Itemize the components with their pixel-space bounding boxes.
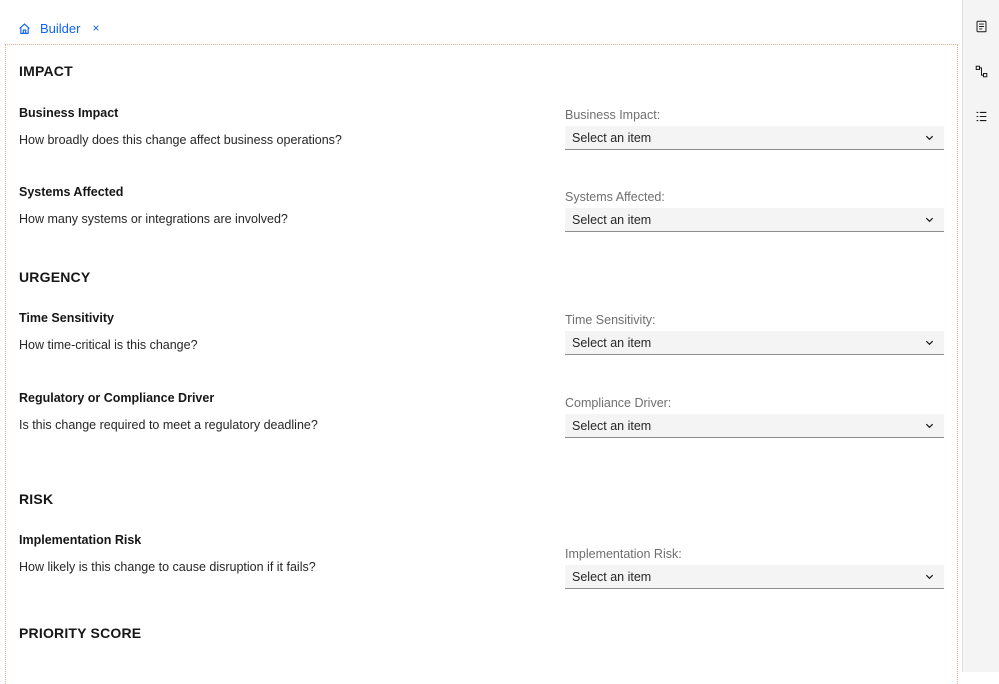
section-title-urgency: URGENCY xyxy=(19,269,91,285)
field-label-systems-affected: Systems Affected: xyxy=(565,190,665,204)
question-text-time-sensitivity: How time-critical is this change? xyxy=(19,338,198,352)
home-icon xyxy=(19,22,30,34)
section-title-impact: IMPACT xyxy=(19,63,73,79)
question-title-time-sensitivity: Time Sensitivity xyxy=(19,311,114,325)
question-title-business-impact: Business Impact xyxy=(19,106,119,120)
chevron-down-icon xyxy=(925,423,934,429)
chevron-down-icon xyxy=(925,340,934,346)
dropdown-value: Select an item xyxy=(572,569,652,584)
chevron-down-icon xyxy=(925,217,934,223)
question-title-systems-affected: Systems Affected xyxy=(19,185,124,199)
time-sensitivity-dropdown[interactable]: Select an item xyxy=(565,331,944,355)
question-text-systems-affected: How many systems or integrations are inv… xyxy=(19,212,288,226)
business-impact-dropdown[interactable]: Select an item xyxy=(565,126,944,150)
tab-bar: Builder × xyxy=(0,0,962,44)
list-icon xyxy=(976,111,987,121)
field-label-implementation-risk: Implementation Risk: xyxy=(565,547,682,561)
systems-affected-dropdown[interactable]: Select an item xyxy=(565,208,944,232)
rail-list-button[interactable] xyxy=(963,101,999,131)
tab-builder[interactable]: Builder × xyxy=(18,18,99,38)
field-label-business-impact: Business Impact: xyxy=(565,108,661,122)
field-label-compliance-driver: Compliance Driver: xyxy=(565,396,672,410)
question-text-compliance-driver: Is this change required to meet a regula… xyxy=(19,418,318,432)
field-label-time-sensitivity: Time Sensitivity: xyxy=(565,313,656,327)
builder-canvas: IMPACT Business Impact How broadly does … xyxy=(5,44,958,684)
question-title-compliance-driver: Regulatory or Compliance Driver xyxy=(19,391,215,405)
document-icon xyxy=(976,20,987,32)
compliance-driver-dropdown[interactable]: Select an item xyxy=(565,414,944,438)
dropdown-value: Select an item xyxy=(572,212,652,227)
tab-label: Builder xyxy=(40,20,81,36)
rail-flow-button[interactable] xyxy=(963,56,999,86)
dropdown-value: Select an item xyxy=(572,130,652,145)
right-rail xyxy=(962,0,999,672)
question-text-business-impact: How broadly does this change affect busi… xyxy=(19,133,342,147)
section-title-priority-score: PRIORITY SCORE xyxy=(19,625,142,641)
dropdown-value: Select an item xyxy=(572,418,652,433)
tab-close-icon[interactable]: × xyxy=(92,21,99,35)
question-title-implementation-risk: Implementation Risk xyxy=(19,533,142,547)
flow-icon xyxy=(975,65,988,77)
chevron-down-icon xyxy=(925,574,934,580)
implementation-risk-dropdown[interactable]: Select an item xyxy=(565,565,944,589)
chevron-down-icon xyxy=(925,135,934,141)
question-text-implementation-risk: How likely is this change to cause disru… xyxy=(19,560,316,574)
rail-document-button[interactable] xyxy=(963,11,999,41)
dropdown-value: Select an item xyxy=(572,335,652,350)
section-title-risk: RISK xyxy=(19,491,54,507)
